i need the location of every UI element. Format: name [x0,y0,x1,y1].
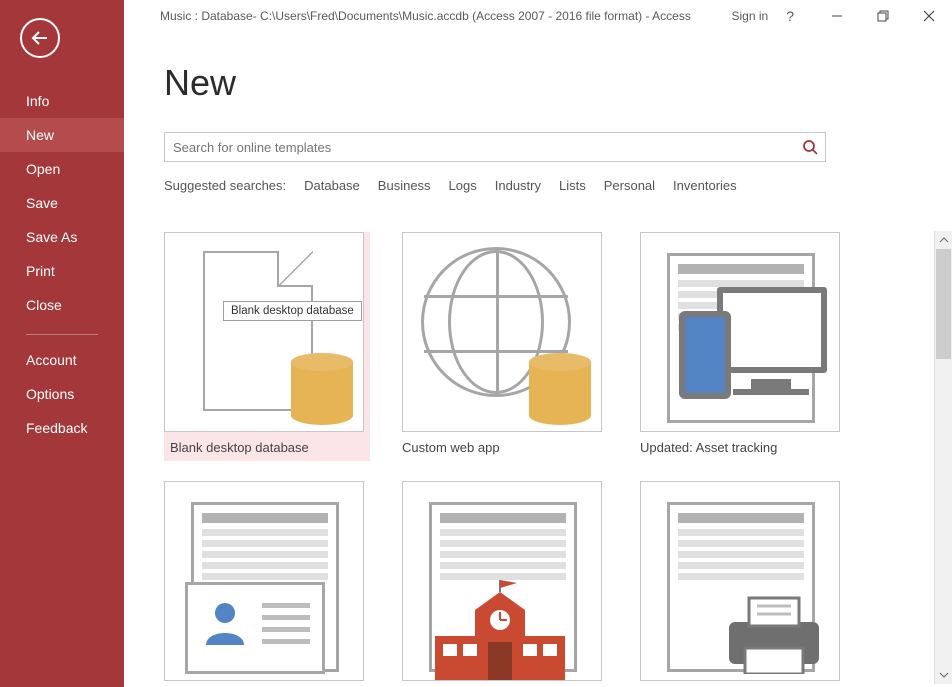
template-students[interactable] [402,481,614,687]
arrow-left-icon [30,28,50,48]
sidebar-item-feedback[interactable]: Feedback [0,411,124,445]
printer-icon [719,592,829,674]
sidebar-item-options[interactable]: Options [0,377,124,411]
sidebar-item-label: New [26,127,54,143]
suggested-link-inventories[interactable]: Inventories [673,178,737,193]
template-thumbnail [640,232,840,432]
sidebar-item-save-as[interactable]: Save As [0,220,124,254]
search-input[interactable] [165,140,795,155]
scrollbar[interactable] [934,231,952,684]
suggested-searches: Suggested searches: Database Business Lo… [164,178,912,193]
suggested-link-database[interactable]: Database [304,178,360,193]
sidebar-item-label: Close [26,297,62,313]
templates-area: Blank desktop database Blank desktop dat… [164,232,936,687]
back-button[interactable] [20,18,60,58]
scroll-down-button[interactable] [935,666,952,684]
sidebar-nav: Info New Open Save Save As Print Close A… [0,84,124,445]
suggested-link-personal[interactable]: Personal [604,178,655,193]
phone-icon [679,311,731,399]
search-button[interactable] [795,133,825,161]
sidebar-item-open[interactable]: Open [0,152,124,186]
minimize-icon [831,10,843,22]
sidebar-item-label: Info [26,93,49,109]
search-box [164,132,826,162]
sidebar-item-account[interactable]: Account [0,343,124,377]
sidebar-item-new[interactable]: New [0,118,124,152]
template-thumbnail [402,232,602,432]
template-contacts[interactable] [164,481,376,687]
sidebar-item-label: Save [26,195,58,211]
scroll-up-button[interactable] [935,231,952,249]
suggested-link-logs[interactable]: Logs [449,178,477,193]
title-bar: Music : Database- C:\Users\Fred\Document… [124,0,952,32]
restore-icon [877,10,889,22]
contact-card-icon [185,582,325,674]
search-icon [802,139,818,155]
backstage-sidebar: Info New Open Save Save As Print Close A… [0,0,124,687]
template-thumbnail [402,481,602,681]
suggested-label: Suggested searches: [164,178,286,193]
monitor-icon [717,287,827,373]
template-blank-desktop[interactable]: Blank desktop database Blank desktop dat… [164,232,370,461]
close-icon [923,10,935,22]
minimize-button[interactable] [814,0,860,32]
suggested-link-lists[interactable]: Lists [559,178,586,193]
template-thumbnail: Blank desktop database [164,232,364,432]
suggested-link-industry[interactable]: Industry [495,178,541,193]
scroll-thumb[interactable] [936,249,951,359]
sidebar-item-info[interactable]: Info [0,84,124,118]
template-label: Custom web app [402,440,614,455]
database-cylinder-icon [291,353,353,425]
sidebar-item-label: Save As [26,229,77,245]
window-title: Music : Database- C:\Users\Fred\Document… [160,9,691,23]
suggested-link-business[interactable]: Business [378,178,431,193]
template-custom-web-app[interactable]: Custom web app [402,232,614,455]
chevron-up-icon [939,235,949,245]
template-thumbnail [640,481,840,681]
sidebar-item-label: Print [26,263,55,279]
school-icon [425,580,575,680]
template-fax[interactable] [640,481,852,687]
sidebar-item-label: Options [26,386,74,402]
help-button[interactable]: ? [786,8,794,24]
sidebar-item-label: Account [26,352,77,368]
templates-grid: Blank desktop database Blank desktop dat… [164,232,936,687]
restore-button[interactable] [860,0,906,32]
sidebar-item-label: Open [26,161,60,177]
template-thumbnail [164,481,364,681]
database-cylinder-icon [529,353,591,425]
main-panel: New Suggested searches: Database Busines… [124,32,952,687]
person-icon [202,599,248,645]
sidebar-divider [26,334,98,335]
sidebar-item-print[interactable]: Print [0,254,124,288]
page-title: New [164,62,912,104]
template-asset-tracking[interactable]: Updated: Asset tracking [640,232,852,455]
template-label: Blank desktop database [164,440,364,455]
sidebar-item-label: Feedback [26,420,87,436]
template-label: Updated: Asset tracking [640,440,852,455]
sidebar-item-save[interactable]: Save [0,186,124,220]
sidebar-item-close[interactable]: Close [0,288,124,322]
sign-in-link[interactable]: Sign in [732,9,769,23]
close-button[interactable] [906,0,952,32]
tooltip: Blank desktop database [223,301,362,321]
chevron-down-icon [939,670,949,680]
